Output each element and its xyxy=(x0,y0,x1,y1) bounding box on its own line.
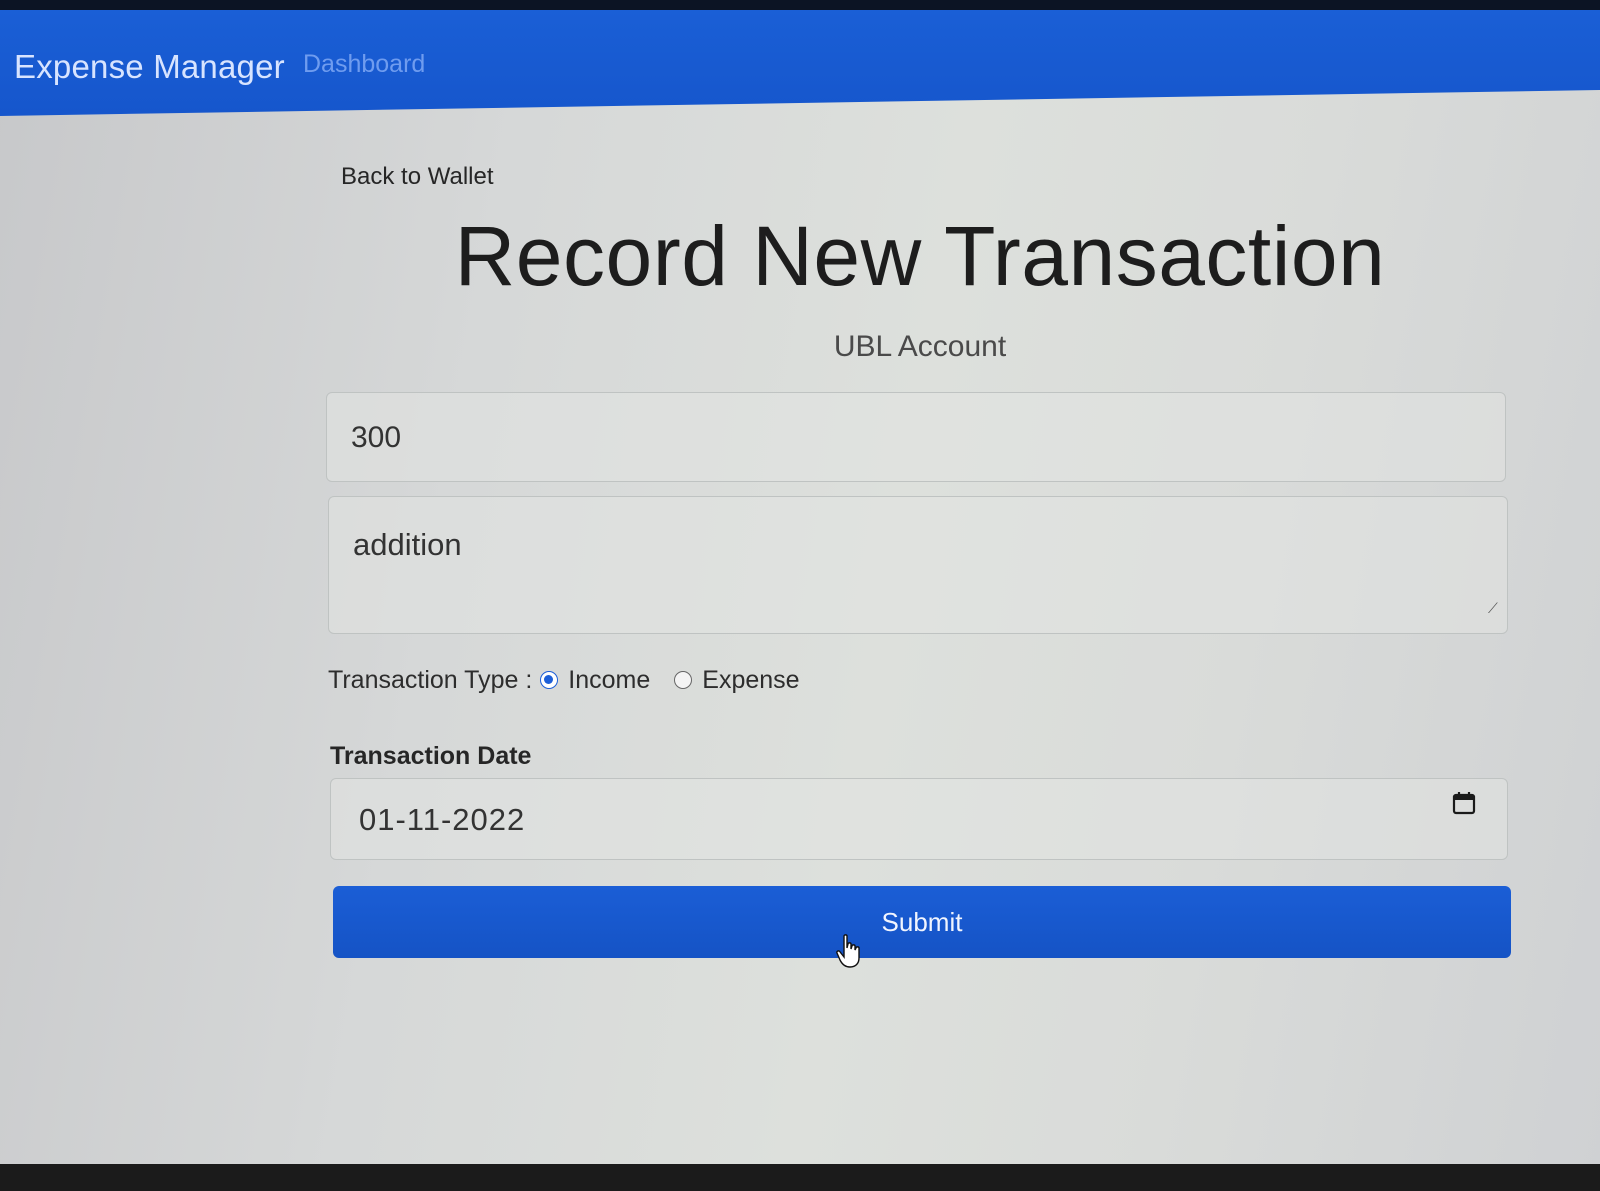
description-textarea[interactable]: addition xyxy=(328,496,1508,634)
account-name: UBL Account xyxy=(833,330,1007,363)
transaction-type-row: Transaction Type : Income Expense xyxy=(328,662,800,698)
radio-expense[interactable]: Expense xyxy=(674,666,800,695)
brand-title[interactable]: Expense Manager xyxy=(14,48,285,86)
nav-link-dashboard[interactable]: Dashboard xyxy=(303,50,425,79)
hand-cursor-icon xyxy=(836,934,860,968)
radio-expense-label[interactable]: Expense xyxy=(702,666,799,695)
submit-button[interactable]: Submit xyxy=(333,886,1511,958)
transaction-type-label: Transaction Type : xyxy=(328,665,533,694)
radio-income-label[interactable]: Income xyxy=(568,666,650,695)
radio-income[interactable]: Income xyxy=(540,666,650,695)
calendar-icon[interactable] xyxy=(1452,791,1476,815)
screen-bezel-top xyxy=(0,0,1600,10)
amount-input[interactable]: 300 xyxy=(326,392,1506,482)
transaction-date-input[interactable]: 01-11-2022 xyxy=(330,778,1508,860)
transaction-date-label: Transaction Date xyxy=(330,742,532,770)
resize-grip-icon[interactable]: ⟋ xyxy=(1488,600,1498,617)
page-title: Record New Transaction xyxy=(454,209,1386,303)
back-to-wallet-link[interactable]: Back to Wallet xyxy=(341,163,494,191)
app-screen: Expense Manager Dashboard Back to Wallet… xyxy=(0,0,1600,1191)
radio-expense-control[interactable] xyxy=(674,671,693,689)
radio-income-control[interactable] xyxy=(540,671,559,689)
screen-bezel-bottom xyxy=(0,1164,1600,1191)
